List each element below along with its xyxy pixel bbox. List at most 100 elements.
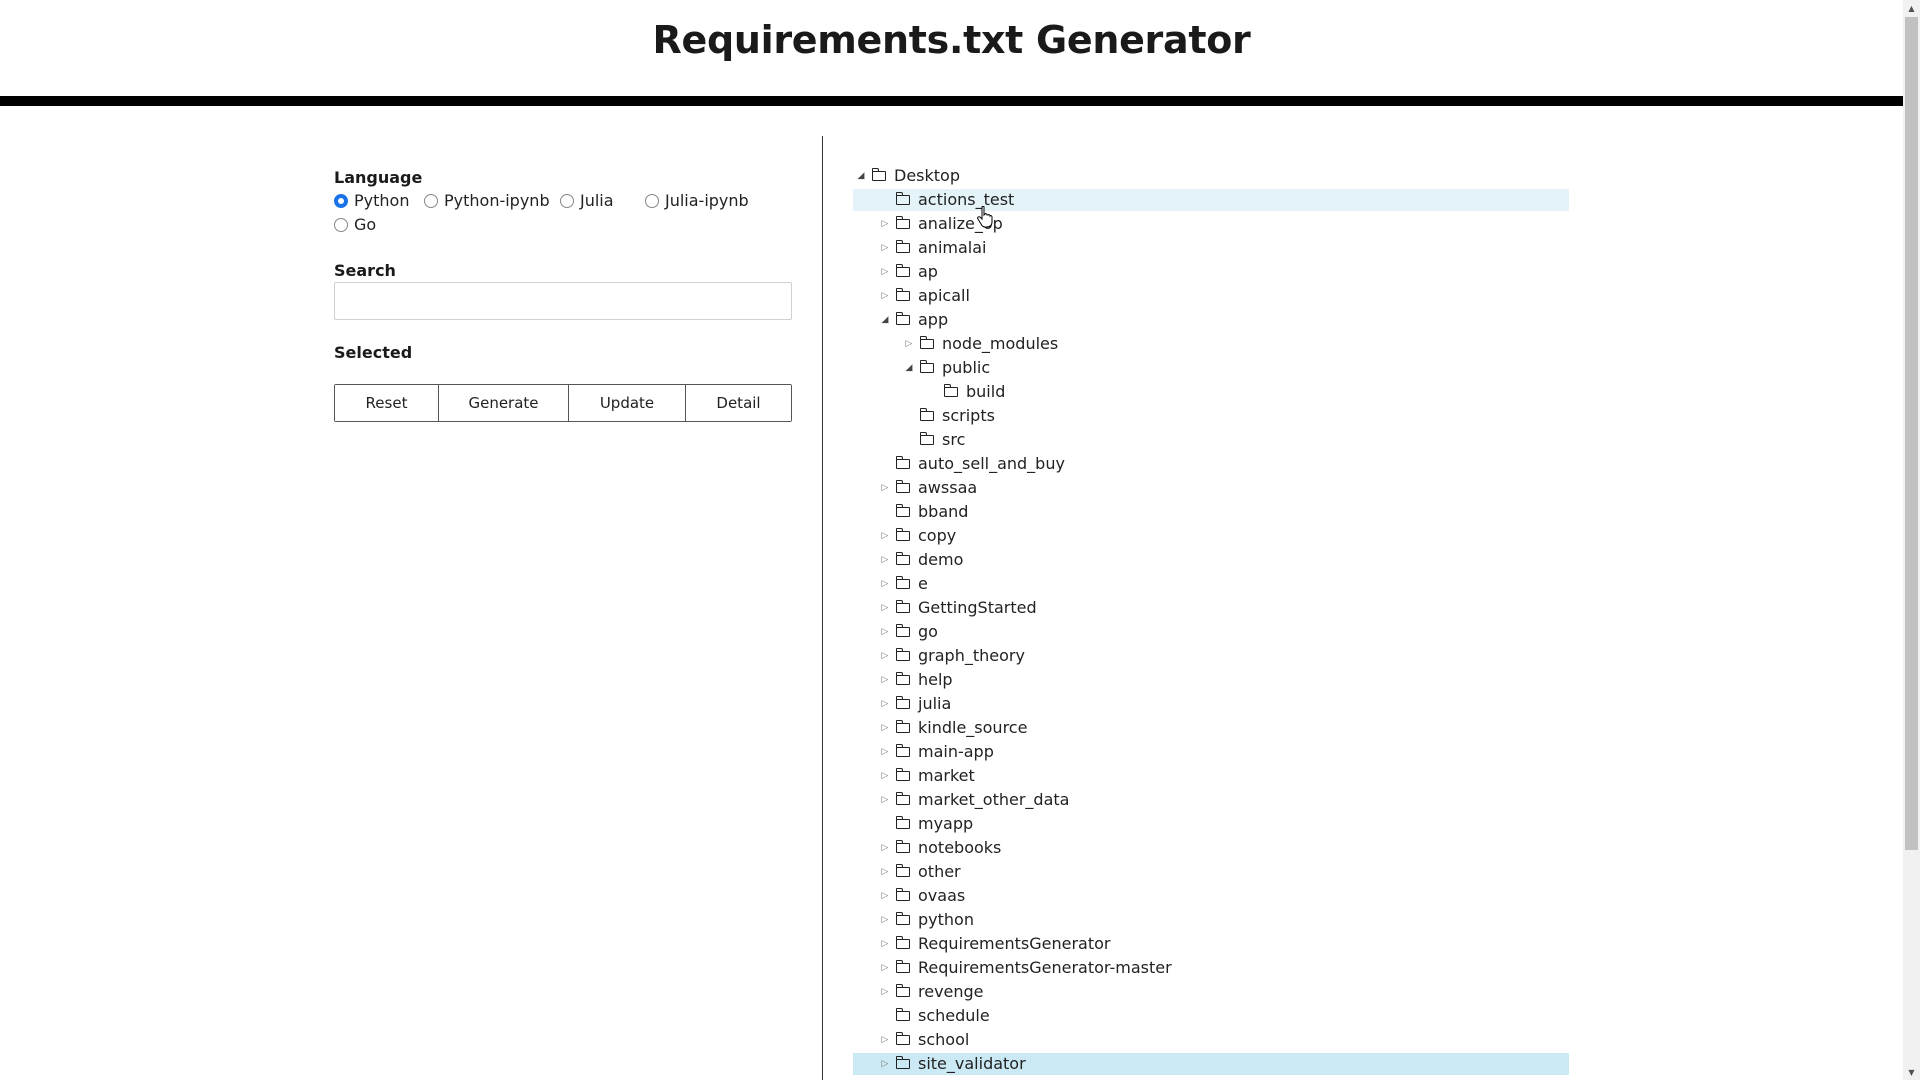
tree-node-label: ovaas [918,886,966,905]
language-option[interactable]: Python-ipynb [424,191,550,210]
tree-node[interactable]: Desktop [853,165,1569,187]
folder-icon [895,264,910,277]
tree-node[interactable]: myapp [853,813,1569,835]
tree-node[interactable]: public [853,357,1569,379]
scroll-up-arrow-icon[interactable]: ▲ [1903,0,1920,16]
caret-right-icon[interactable] [879,650,891,662]
tree-node[interactable]: analize_op [853,213,1569,235]
caret-right-icon[interactable] [879,578,891,590]
caret-right-icon[interactable] [903,338,915,350]
language-option[interactable]: Julia-ipynb [645,191,749,210]
tree-node[interactable]: other [853,861,1569,883]
tree-node[interactable]: node_modules [853,333,1569,355]
tree-node[interactable]: python [853,909,1569,931]
tree-node[interactable]: graph_theory [853,645,1569,667]
tree-node[interactable]: kindle_source [853,717,1569,739]
caret-right-icon[interactable] [879,722,891,734]
radio-button[interactable] [424,193,438,208]
tree-node[interactable]: scripts [853,405,1569,427]
tree-node[interactable]: ovaas [853,885,1569,907]
tree-node-label: demo [918,550,964,569]
radio-button[interactable] [645,193,659,208]
caret-right-icon[interactable] [879,698,891,710]
caret-right-icon[interactable] [879,842,891,854]
tree-node[interactable]: bband [853,501,1569,523]
language-option[interactable]: Julia [560,191,614,210]
detail-button[interactable]: Detail [686,385,791,421]
caret-right-icon[interactable] [879,794,891,806]
tree-node[interactable]: julia [853,693,1569,715]
caret-right-icon[interactable] [879,1058,891,1070]
tree-node[interactable]: market_other_data [853,789,1569,811]
tree-node[interactable]: school [853,1029,1569,1051]
scroll-down-arrow-icon[interactable]: ▼ [1903,1064,1920,1080]
radio-button[interactable] [334,193,348,208]
caret-right-icon[interactable] [879,266,891,278]
caret-right-icon[interactable] [879,530,891,542]
tree-node[interactable]: apicall [853,285,1569,307]
reset-button[interactable]: Reset [335,385,439,421]
caret-right-icon[interactable] [879,554,891,566]
caret-right-icon[interactable] [879,746,891,758]
tree-node[interactable]: app [853,309,1569,331]
search-input[interactable] [334,282,792,320]
language-option[interactable]: Python [334,191,409,210]
caret-right-icon[interactable] [879,674,891,686]
caret-right-icon[interactable] [879,914,891,926]
radio-button[interactable] [334,217,348,232]
caret-right-icon[interactable] [879,242,891,254]
tree-node[interactable]: src [853,429,1569,451]
caret-right-icon[interactable] [879,290,891,302]
caret-right-icon[interactable] [879,218,891,230]
caret-right-icon[interactable] [879,626,891,638]
caret-right-icon[interactable] [879,938,891,950]
tree-node[interactable]: ap [853,261,1569,283]
tree-node[interactable]: actions_test [853,189,1569,211]
tree-node[interactable]: site_validator [853,1053,1569,1075]
folder-icon [895,744,910,757]
tree-node-label: ap [918,262,938,281]
folder-icon [895,840,910,853]
language-option-label: Julia [580,191,614,210]
scrollbar-thumb[interactable] [1905,17,1918,850]
language-option[interactable]: Go [334,215,376,234]
caret-right-icon[interactable] [879,770,891,782]
caret-down-icon[interactable] [903,362,915,374]
folder-icon [895,648,910,661]
caret-right-icon[interactable] [879,962,891,974]
vertical-scrollbar[interactable]: ▲ ▼ [1903,0,1920,1080]
caret-right-icon[interactable] [879,1034,891,1046]
tree-node[interactable]: demo [853,549,1569,571]
tree-node[interactable]: notebooks [853,837,1569,859]
tree-node[interactable]: go [853,621,1569,643]
caret-right-icon[interactable] [879,866,891,878]
tree-node[interactable]: auto_sell_and_buy [853,453,1569,475]
tree-node[interactable]: build [853,381,1569,403]
folder-icon [895,288,910,301]
caret-right-icon[interactable] [879,482,891,494]
tree-node[interactable]: awssaa [853,477,1569,499]
tree-node[interactable]: market [853,765,1569,787]
tree-node[interactable]: copy [853,525,1569,547]
radio-button[interactable] [560,193,574,208]
generate-button[interactable]: Generate [439,385,569,421]
tree-node[interactable]: schedule [853,1005,1569,1027]
caret-down-icon[interactable] [855,170,867,182]
tree-node[interactable]: main-app [853,741,1569,763]
tree-node-label: RequirementsGenerator [918,934,1111,953]
tree-node[interactable]: revenge [853,981,1569,1003]
tree-node-label: bband [918,502,969,521]
caret-down-icon[interactable] [879,314,891,326]
update-button[interactable]: Update [569,385,686,421]
tree-node[interactable]: e [853,573,1569,595]
tree-node[interactable]: GettingStarted [853,597,1569,619]
tree-node[interactable]: animalai [853,237,1569,259]
tree-node-label: app [918,310,949,329]
tree-node[interactable]: RequirementsGenerator-master [853,957,1569,979]
tree-node[interactable]: RequirementsGenerator [853,933,1569,955]
caret-right-icon[interactable] [879,890,891,902]
folder-icon [919,360,934,373]
caret-right-icon[interactable] [879,986,891,998]
tree-node[interactable]: help [853,669,1569,691]
caret-right-icon[interactable] [879,602,891,614]
